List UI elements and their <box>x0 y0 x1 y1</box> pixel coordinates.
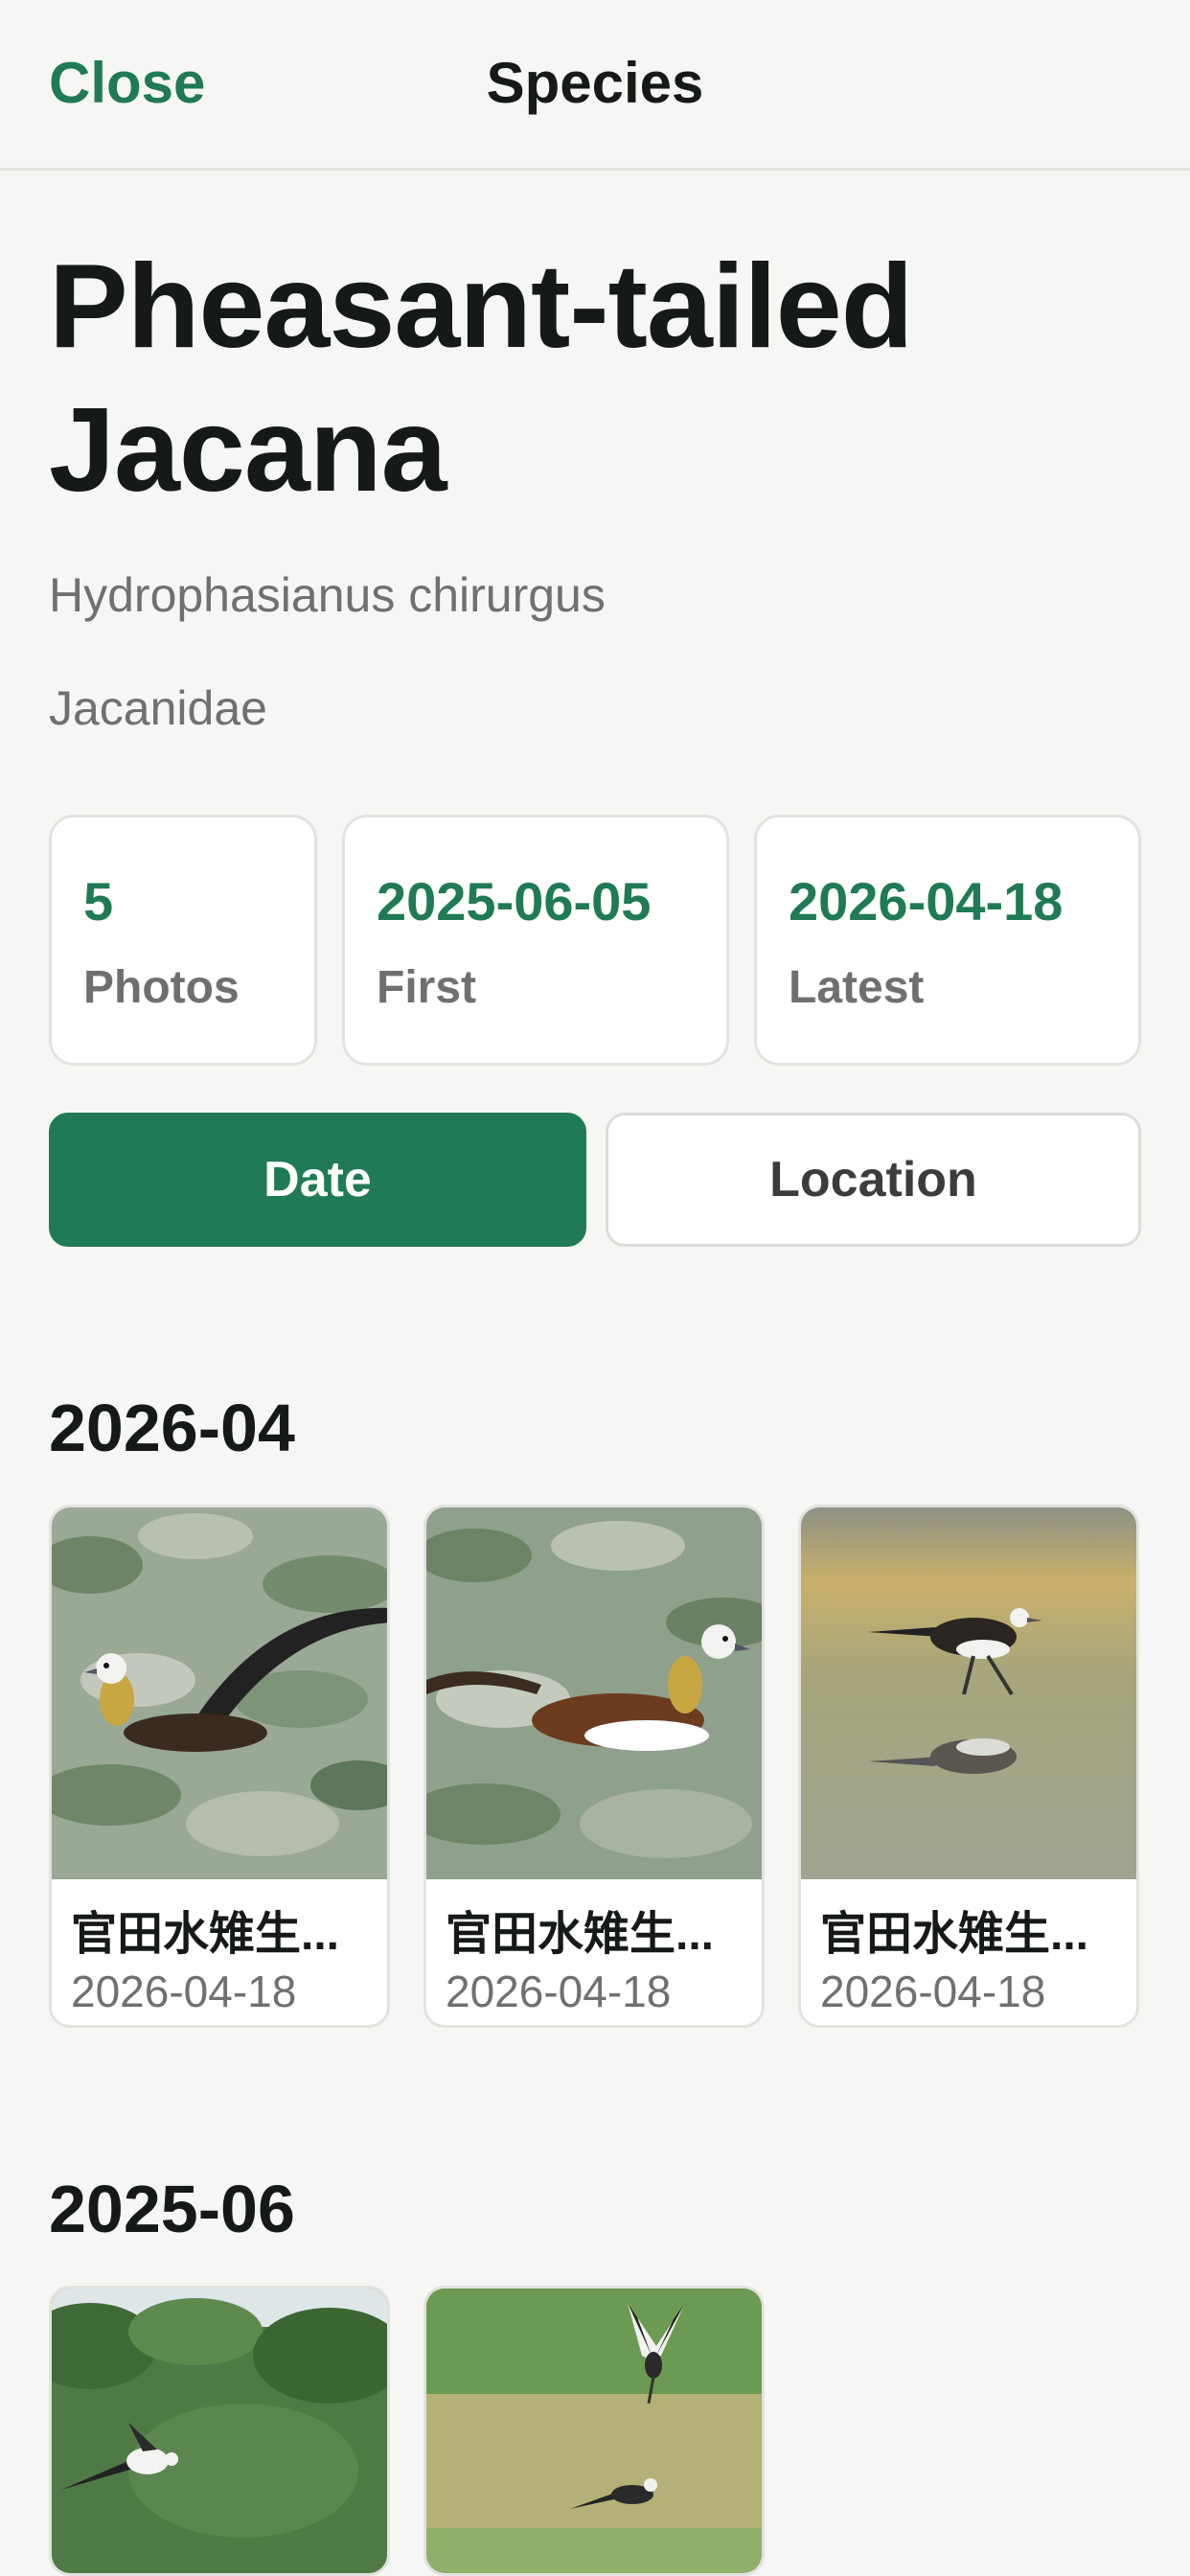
nav-bar: Close Species <box>0 0 1190 171</box>
photo-thumbnail <box>801 1507 1136 1879</box>
photo-thumbnail <box>52 1507 387 1879</box>
photo-card[interactable] <box>423 2286 765 2576</box>
photo-thumbnail <box>52 2288 387 2573</box>
photo-caption: 官田水雉生... <box>446 1909 715 1960</box>
photo-thumbnail <box>426 1507 762 1879</box>
species-scientific-name: Hydrophasianus chirurgus <box>49 568 606 622</box>
stat-card-first: 2025-06-05 First <box>342 815 729 1066</box>
stat-label: Latest <box>789 962 925 1013</box>
section-header: 2025-06 <box>49 2172 295 2246</box>
photo-caption: 官田水雉生... <box>71 1909 340 1960</box>
nav-title: Species <box>486 51 704 115</box>
photo-thumbnail <box>426 2288 762 2573</box>
photo-date: 2026-04-18 <box>820 1966 1046 2016</box>
stat-value: 2026-04-18 <box>789 871 1064 932</box>
species-common-name: Pheasant-tailed Jacana <box>49 241 914 517</box>
stat-label: Photos <box>83 962 240 1013</box>
photo-card[interactable]: 官田水雉生... 2026-04-18 <box>423 1505 765 2028</box>
section-header: 2026-04 <box>49 1391 295 1465</box>
photo-date: 2026-04-18 <box>446 1966 672 2016</box>
segment-date-button[interactable]: Date <box>49 1113 586 1247</box>
stat-label: First <box>377 962 477 1013</box>
photo-card[interactable]: 官田水雉生... 2026-04-18 <box>49 1505 390 2028</box>
photo-card[interactable]: 官田水雉生... 2026-04-18 <box>798 1505 1139 2028</box>
stat-card-photos: 5 Photos <box>49 815 317 1066</box>
species-family: Jacanidae <box>49 681 267 735</box>
photo-card[interactable] <box>49 2286 390 2576</box>
photo-date: 2026-04-18 <box>71 1966 297 2016</box>
photo-caption: 官田水雉生... <box>820 1909 1089 1960</box>
stat-value: 2025-06-05 <box>377 871 652 932</box>
stat-value: 5 <box>83 871 114 932</box>
stat-card-latest: 2026-04-18 Latest <box>754 815 1141 1066</box>
segment-location-button[interactable]: Location <box>606 1113 1141 1247</box>
